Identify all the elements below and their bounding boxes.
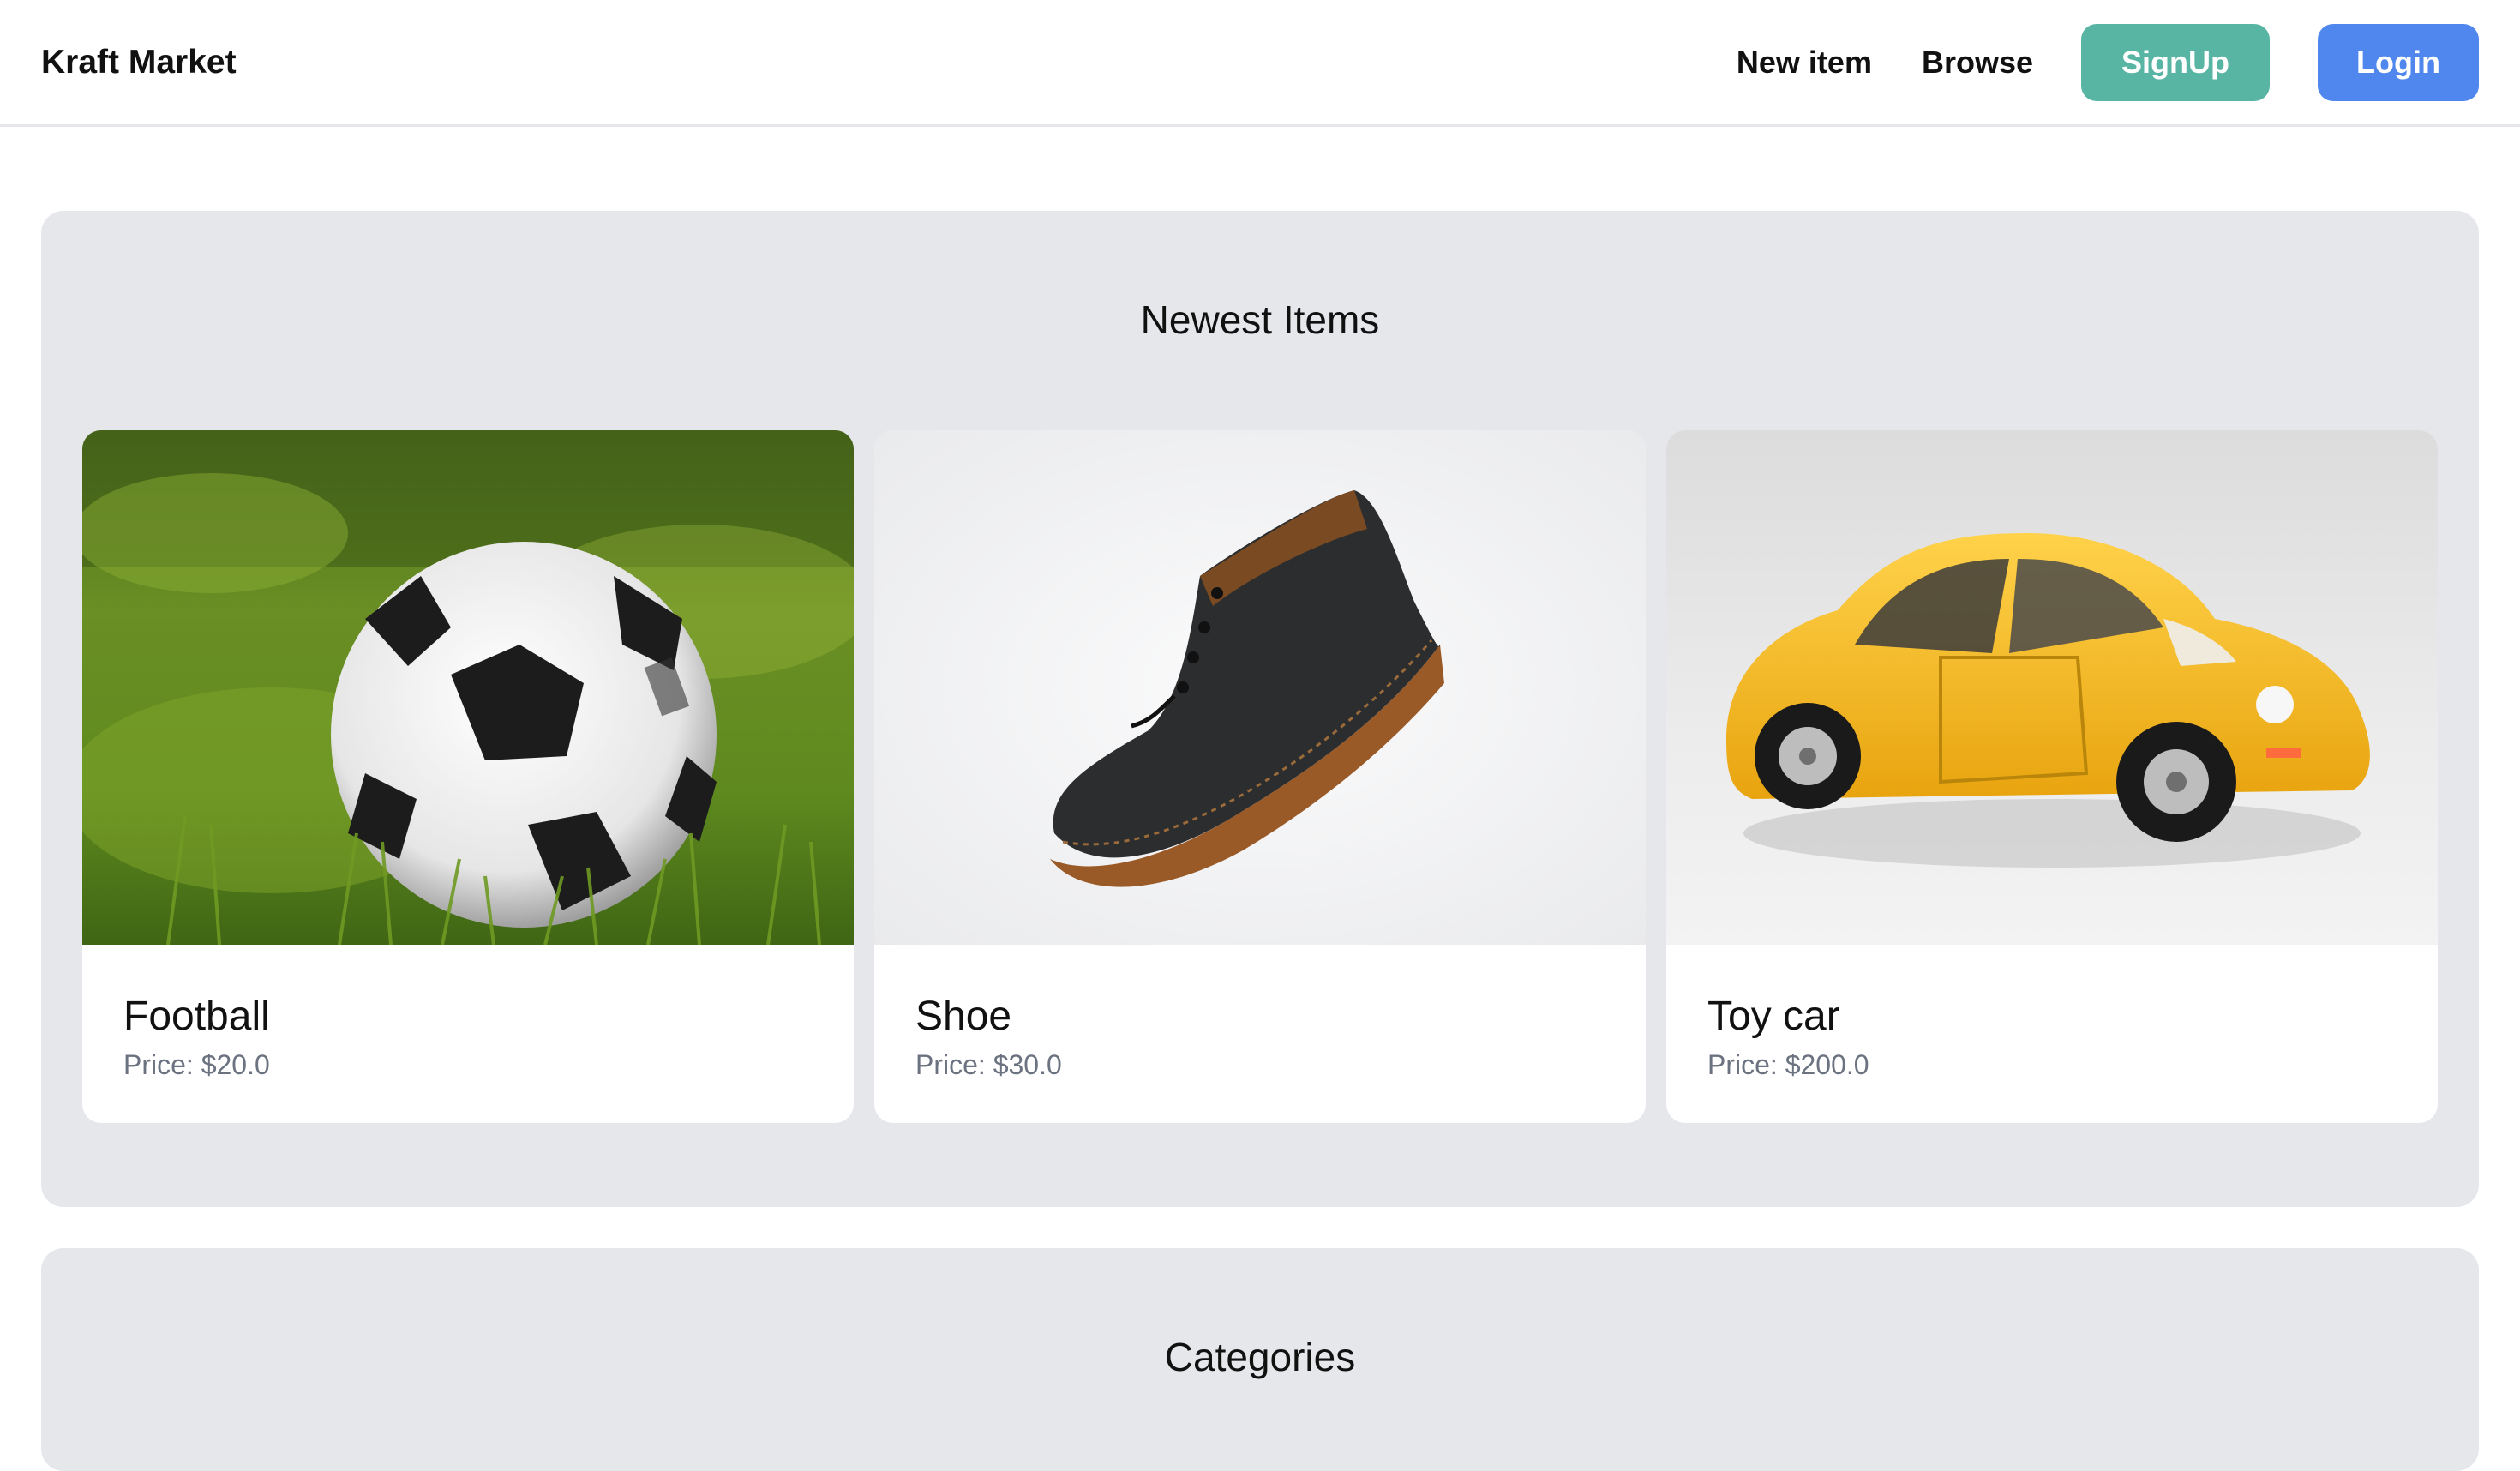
section-title: Newest Items [1140, 297, 1380, 342]
navbar: Kraft Market New item Browse SignUp Logi… [0, 0, 2520, 127]
login-button[interactable]: Login [2318, 23, 2479, 101]
newest-items-section: Newest Items Football Price: $20.0 Shoe … [41, 211, 2479, 1207]
item-name: Football [123, 994, 270, 1039]
brand-logo[interactable]: Kraft Market [41, 44, 237, 81]
item-name: Toy car [1707, 994, 1840, 1039]
shoe-photo [874, 430, 1646, 945]
item-card-football[interactable]: Football Price: $20.0 [82, 430, 854, 1123]
nav-menu: New item Browse SignUp Login [1737, 23, 2479, 101]
categories-section: Categories [41, 1248, 2479, 1471]
nav-new-item-link[interactable]: New item [1737, 45, 1872, 81]
signup-button[interactable]: SignUp [2081, 23, 2270, 101]
section-title: Categories [1164, 1335, 1356, 1379]
toy-car-photo [1666, 430, 2438, 945]
item-price: Price: $30.0 [915, 1049, 1062, 1080]
item-price: Price: $20.0 [123, 1049, 270, 1080]
football-photo [82, 430, 854, 945]
item-card-shoe[interactable]: Shoe Price: $30.0 [874, 430, 1646, 1123]
item-price: Price: $200.0 [1707, 1049, 1869, 1080]
item-card-toy-car[interactable]: Toy car Price: $200.0 [1666, 430, 2438, 1123]
item-name: Shoe [915, 994, 1012, 1039]
nav-browse-link[interactable]: Browse [1922, 45, 2033, 81]
